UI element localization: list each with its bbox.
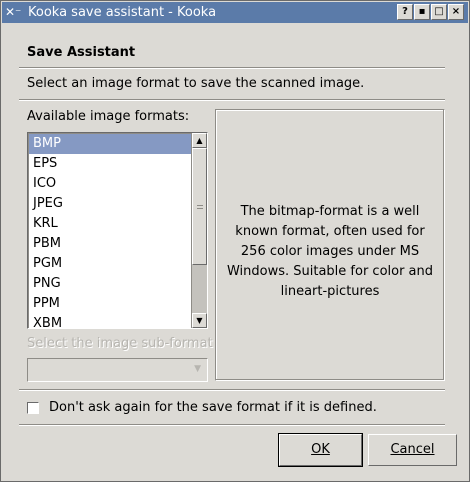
scroll-down-icon[interactable]: ▼	[192, 313, 207, 328]
formats-label: Available image formats:	[27, 109, 190, 124]
format-list-scrollbar[interactable]: ▲ ▼	[191, 133, 207, 328]
format-description: The bitmap-format is a well known format…	[226, 204, 434, 299]
divider	[19, 389, 445, 391]
app-icon[interactable]: ✕⁻	[5, 4, 23, 20]
format-list-item[interactable]: PGM	[29, 254, 192, 274]
format-list-item[interactable]: EPS	[29, 154, 192, 174]
title-bar[interactable]: ✕⁻ Kooka save assistant - Kooka ? ▪ □ ×	[2, 2, 468, 23]
cancel-button[interactable]: Cancel	[368, 434, 457, 466]
minimize-icon[interactable]: ▪	[414, 4, 430, 20]
close-icon[interactable]: ×	[448, 4, 464, 20]
format-list-item[interactable]: XBM	[29, 314, 192, 328]
format-list-item[interactable]: PBM	[29, 234, 192, 254]
instruction-text: Select an image format to save the scann…	[27, 76, 365, 91]
format-list-item[interactable]: JPEG	[29, 194, 192, 214]
ok-button[interactable]: OK	[278, 433, 363, 467]
section-title: Save Assistant	[27, 45, 136, 60]
format-list-item[interactable]: ICO	[29, 174, 192, 194]
chevron-down-icon: ▼	[194, 364, 201, 374]
format-list-item[interactable]: PNG	[29, 274, 192, 294]
cancel-button-label: Cancel	[390, 442, 435, 457]
format-list-items: BMP EPS ICO JPEG KRL PBM PGM PNG PPM XBM	[29, 134, 192, 328]
dont-ask-checkbox[interactable]	[27, 402, 39, 414]
divider	[19, 424, 445, 426]
format-list[interactable]: BMP EPS ICO JPEG KRL PBM PGM PNG PPM XBM ▲ ▼	[27, 132, 208, 329]
subformat-combo[interactable]: ▼	[27, 358, 208, 382]
format-list-item[interactable]: KRL	[29, 214, 192, 234]
maximize-icon[interactable]: □	[431, 4, 447, 20]
format-description-panel: The bitmap-format is a well known format…	[215, 109, 445, 381]
scroll-up-icon[interactable]: ▲	[192, 133, 207, 148]
grip-icon	[197, 205, 203, 209]
scrollbar-thumb[interactable]	[192, 148, 207, 265]
format-list-item[interactable]: BMP	[29, 134, 192, 154]
subformat-label: Select the image sub-format	[27, 336, 213, 351]
help-icon[interactable]: ?	[397, 4, 413, 20]
dont-ask-label[interactable]: Don't ask again for the save format if i…	[49, 400, 377, 415]
save-assistant-window: ✕⁻ Kooka save assistant - Kooka ? ▪ □ × …	[0, 0, 470, 482]
format-list-item[interactable]: PPM	[29, 294, 192, 314]
divider	[19, 67, 445, 69]
ok-button-label: OK	[311, 442, 330, 457]
divider	[19, 99, 445, 101]
window-title: Kooka save assistant - Kooka	[28, 5, 217, 20]
